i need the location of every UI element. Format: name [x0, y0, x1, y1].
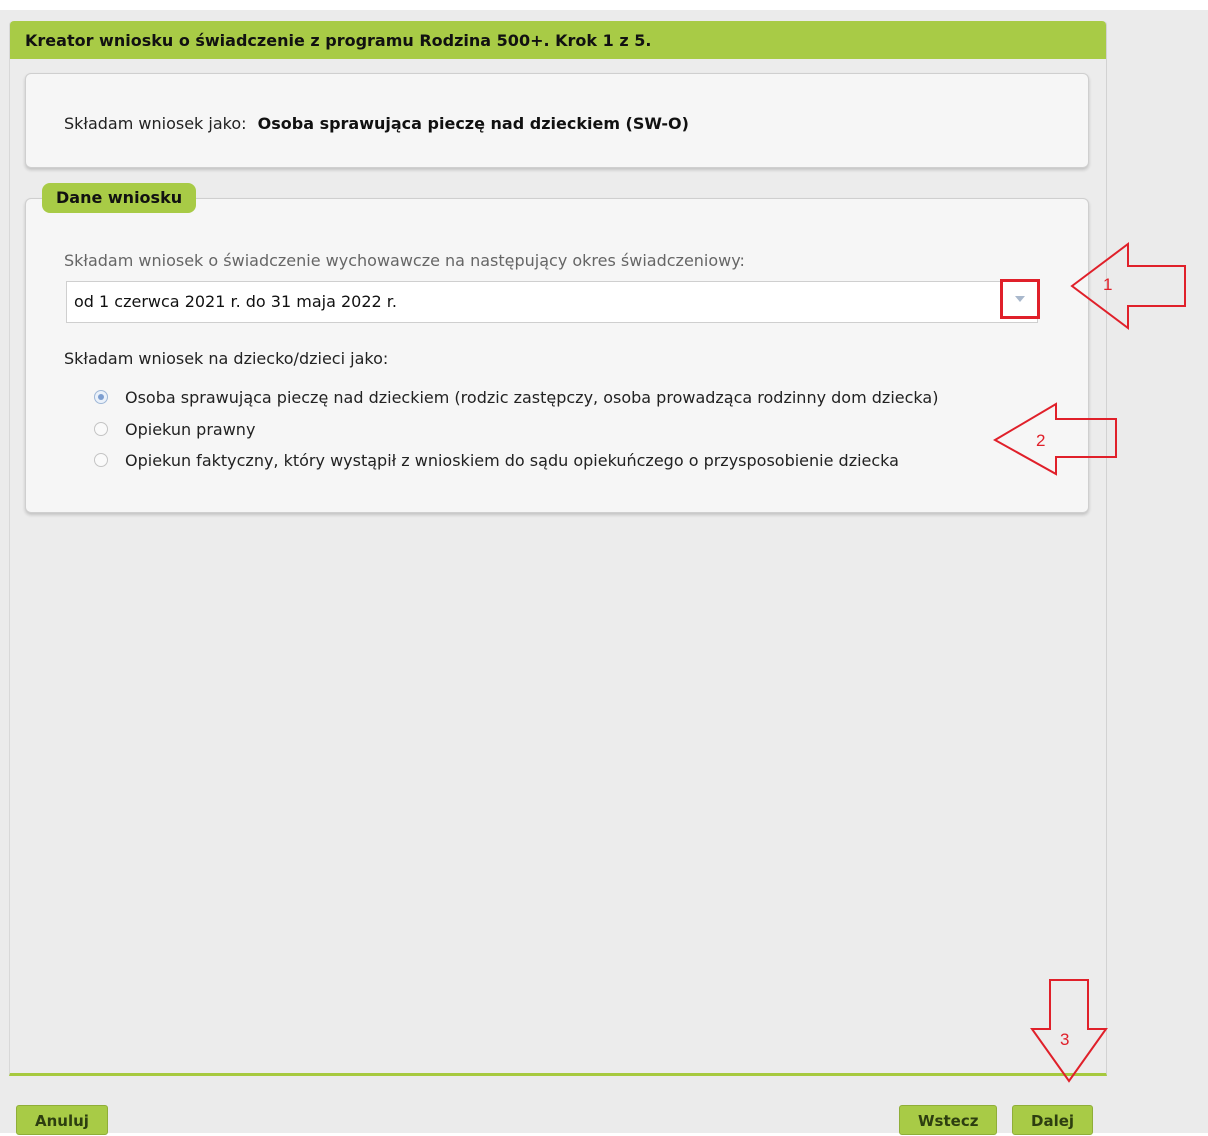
radio-option-sprawujaca-piecze[interactable]: Osoba sprawująca pieczę nad dzieckiem (r…	[94, 386, 938, 408]
wizard-header: Kreator wniosku o świadczenie z programu…	[10, 21, 1106, 59]
radio-label: Opiekun prawny	[125, 419, 256, 439]
annotation-number-2: 2	[1036, 431, 1045, 450]
radio-label: Opiekun faktyczny, który wystąpił z wnio…	[125, 450, 899, 470]
back-button[interactable]: Wstecz	[899, 1105, 998, 1135]
child-role-label: Składam wniosek na dziecko/dzieci jako:	[64, 349, 389, 368]
annotation-number-1: 1	[1103, 275, 1112, 294]
next-button[interactable]: Dalej	[1012, 1105, 1094, 1135]
arrow-left-shape	[992, 402, 1117, 476]
wizard-title: Kreator wniosku o świadczenie z programu…	[25, 31, 652, 50]
annotation-number-3: 3	[1060, 1030, 1069, 1049]
role-line: Składam wniosek jako: Osoba sprawująca p…	[64, 114, 689, 133]
cancel-button[interactable]: Anuluj	[16, 1105, 108, 1135]
period-label: Składam wniosek o świadczenie wychowawcz…	[64, 251, 745, 270]
wizard-panel: Kreator wniosku o świadczenie z programu…	[9, 21, 1107, 1076]
period-select-dropdown-button[interactable]	[1000, 279, 1040, 319]
role-label: Składam wniosek jako:	[64, 114, 247, 133]
annotation-arrow-3: 3	[1030, 979, 1108, 1083]
role-value: Osoba sprawująca pieczę nad dzieckiem (S…	[257, 114, 689, 133]
chevron-down-icon	[1015, 296, 1025, 302]
annotation-arrow-2: 2	[992, 402, 1117, 476]
radio-label: Osoba sprawująca pieczę nad dzieckiem (r…	[125, 387, 939, 407]
radio-button[interactable]	[94, 453, 108, 467]
arrow-left-shape	[1070, 242, 1186, 330]
period-select[interactable]: od 1 czerwca 2021 r. do 31 maja 2022 r.	[66, 279, 1040, 323]
dane-wniosku-card: Składam wniosek o świadczenie wychowawcz…	[25, 198, 1089, 513]
radio-button-checked[interactable]	[94, 390, 108, 404]
annotation-arrow-1: 1	[1070, 242, 1186, 330]
radio-option-opiekun-prawny[interactable]: Opiekun prawny	[94, 418, 255, 440]
role-card: Składam wniosek jako: Osoba sprawująca p…	[25, 73, 1089, 168]
radio-button[interactable]	[94, 422, 108, 436]
period-select-value: od 1 czerwca 2021 r. do 31 maja 2022 r.	[74, 292, 397, 311]
radio-option-opiekun-faktyczny[interactable]: Opiekun faktyczny, który wystąpił z wnio…	[94, 449, 899, 471]
section-tab-dane-wniosku: Dane wniosku	[42, 183, 197, 213]
